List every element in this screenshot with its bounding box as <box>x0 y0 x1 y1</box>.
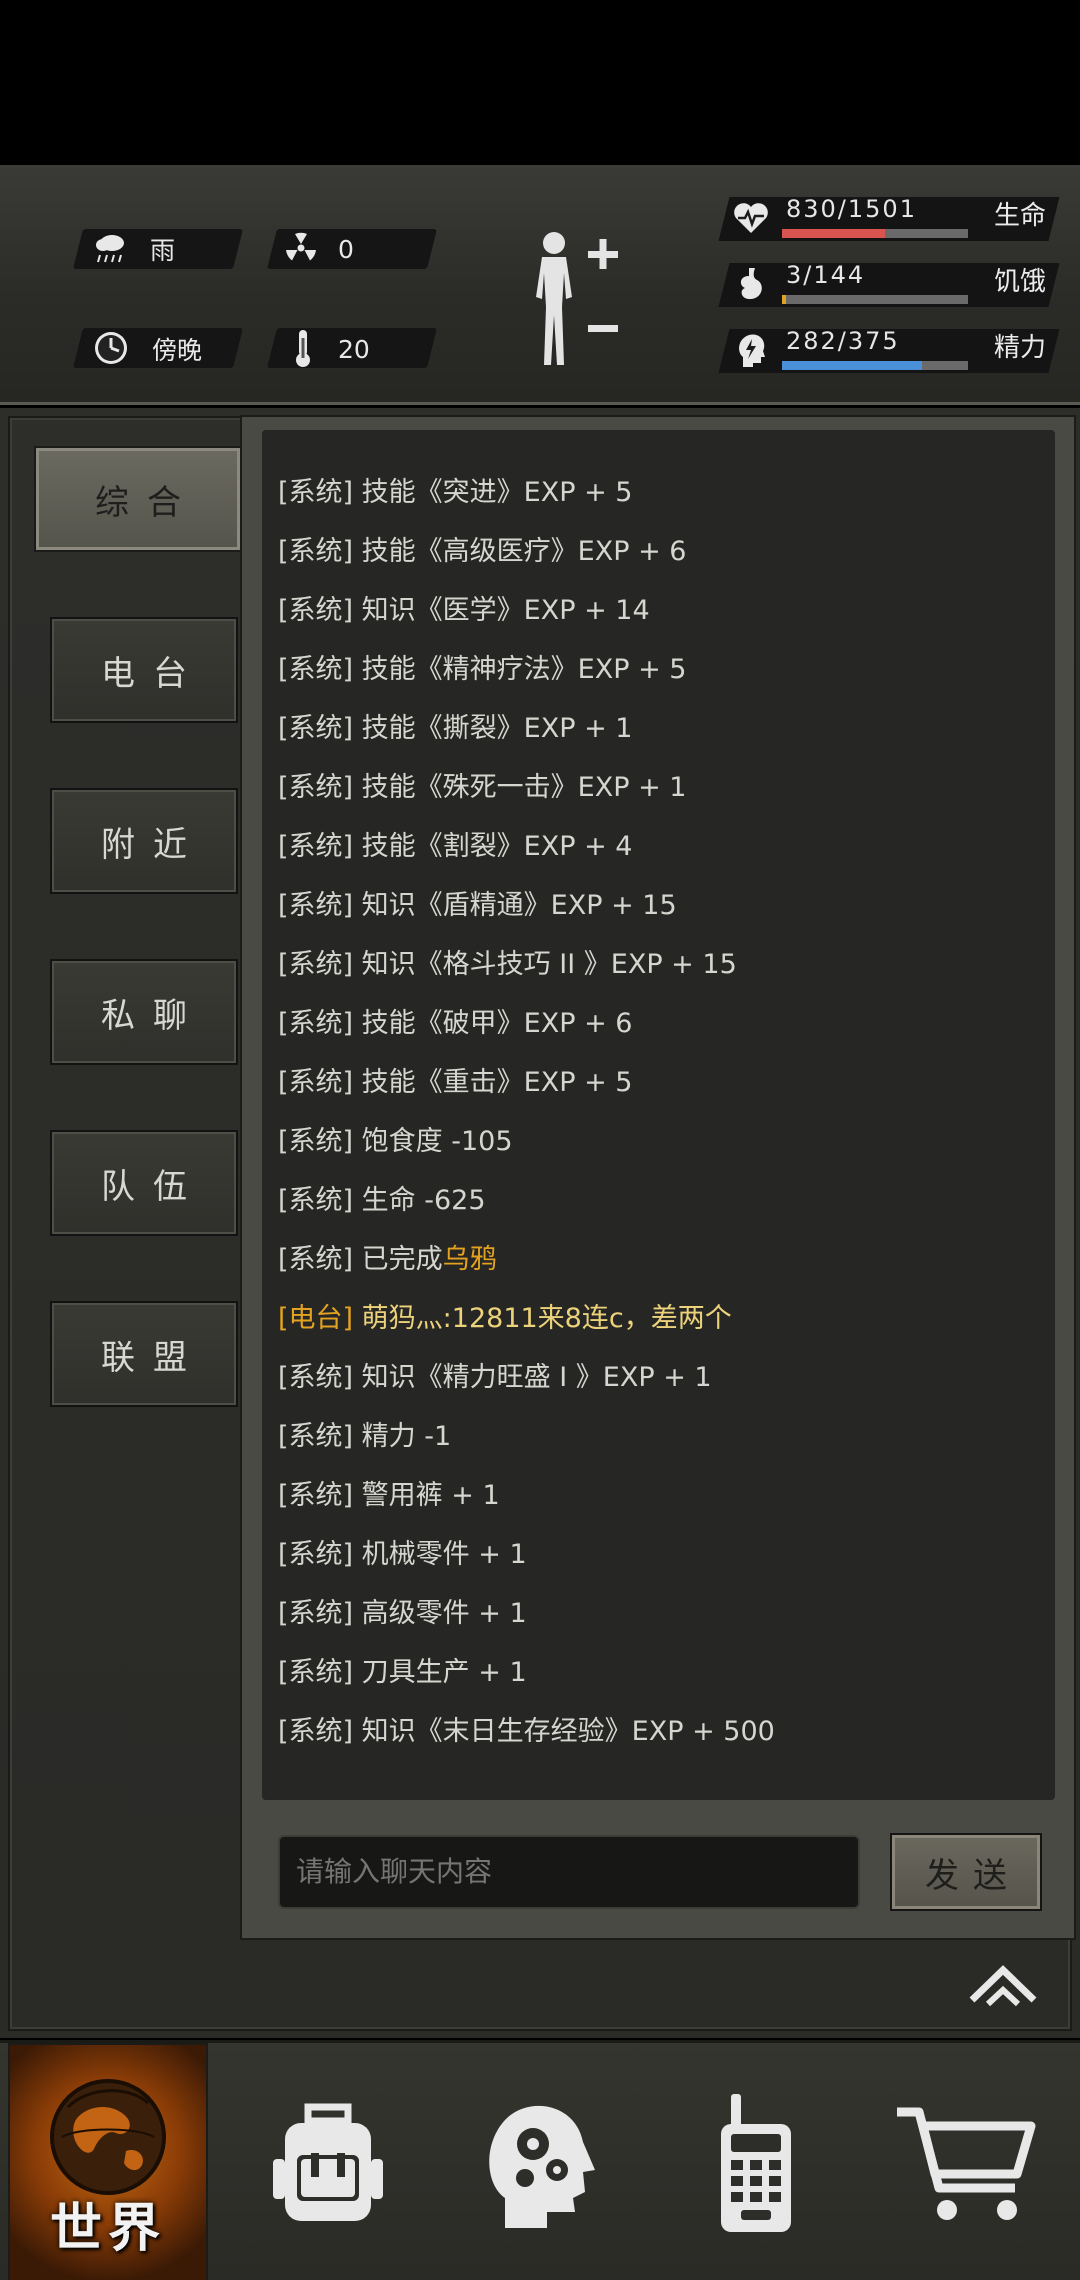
chat-line: [系统] 技能《撕裂》EXP + 1 <box>278 713 633 744</box>
bottom-nav: 世界 <box>0 2040 1080 2280</box>
chat-line: [系统] 知识《末日生存经验》EXP + 500 <box>278 1716 775 1747</box>
hunger-value: 3/144 <box>786 261 866 289</box>
nav-skills[interactable] <box>440 2043 640 2280</box>
chat-line: [系统] 知识《医学》EXP + 14 <box>278 595 650 626</box>
nav-shop[interactable] <box>866 2043 1066 2280</box>
tab-nearby[interactable]: 附近 <box>50 788 238 894</box>
tab-team[interactable]: 队伍 <box>50 1130 238 1236</box>
energy-bar <box>782 361 968 370</box>
time-label: 傍晚 <box>152 336 203 365</box>
send-button[interactable]: 发送 <box>890 1833 1042 1911</box>
chat-line: [系统] 技能《高级医疗》EXP + 6 <box>278 536 687 567</box>
nav-world-label: 世界 <box>49 2199 166 2259</box>
health-bar-fill <box>782 229 885 238</box>
hunger-bar <box>782 295 968 304</box>
chat-line: [系统] 技能《破甲》EXP + 6 <box>278 1008 633 1039</box>
chat-input[interactable] <box>278 1835 860 1909</box>
chat-line: [系统] 知识《盾精通》EXP + 15 <box>278 890 677 921</box>
chat-line: [系统] 精力 -1 <box>278 1421 452 1452</box>
energy-bar-fill <box>782 361 922 370</box>
thermometer-icon <box>280 325 326 371</box>
tab-private[interactable]: 私聊 <box>50 959 238 1065</box>
chat-line: [系统] 技能《割裂》EXP + 4 <box>278 831 633 862</box>
body-status-button[interactable] <box>520 225 630 375</box>
nav-radio[interactable] <box>656 2043 856 2280</box>
shopping-cart-icon <box>897 2107 1036 2220</box>
rain-cloud-icon <box>88 225 134 271</box>
chat-line: [系统] 生命 -625 <box>278 1185 486 1216</box>
chat-line: [系统] 饱食度 -105 <box>278 1126 513 1157</box>
chat-line: [系统] 机械零件 + 1 <box>278 1539 527 1570</box>
chat-log[interactable]: [系统] 技能《突进》EXP + 5 [系统] 技能《高级医疗》EXP + 6 … <box>262 430 1055 1800</box>
radiation-icon <box>278 225 324 271</box>
chat-line-radio: [电台] 萌犸灬:12811来8连c，差两个 <box>278 1303 732 1334</box>
heart-pulse-icon <box>728 195 774 241</box>
chat-line: [系统] 技能《精神疗法》EXP + 5 <box>278 654 687 685</box>
double-chevron-up-icon <box>969 1965 1037 2007</box>
chat-line: [系统] 知识《精力旺盛 I 》EXP + 1 <box>278 1362 712 1393</box>
brain-energy-icon <box>728 327 774 373</box>
chat-line: [系统] 技能《突进》EXP + 5 <box>278 477 633 508</box>
weather-label: 雨 <box>150 236 176 265</box>
collapse-up-button[interactable] <box>966 1960 1040 2008</box>
stomach-icon <box>728 261 774 307</box>
head-gears-icon <box>489 2105 595 2228</box>
chat-line: [系统] 高级零件 + 1 <box>278 1598 527 1629</box>
health-bar <box>782 229 968 238</box>
backpack-icon <box>273 2103 383 2221</box>
chat-line: [系统] 警用裤 + 1 <box>278 1480 500 1511</box>
hunger-label: 饥饿 <box>994 267 1047 297</box>
energy-label: 精力 <box>994 333 1047 363</box>
radiation-value: 0 <box>338 234 354 264</box>
health-value: 830/1501 <box>786 195 917 223</box>
quest-name-highlight[interactable]: 乌鸦 <box>443 1244 497 1275</box>
chat-line: [系统] 技能《殊死一击》EXP + 1 <box>278 772 687 803</box>
tab-radio[interactable]: 电台 <box>50 617 238 723</box>
nav-world[interactable]: 世界 <box>8 2043 208 2280</box>
tab-alliance[interactable]: 联盟 <box>50 1301 238 1407</box>
walkie-talkie-icon <box>721 2094 791 2232</box>
health-label: 生命 <box>994 201 1047 231</box>
chat-line: [系统] 知识《格斗技巧 II 》EXP + 15 <box>278 949 737 980</box>
energy-value: 282/375 <box>786 327 900 355</box>
status-header: 雨 0 傍晚 20 830/1501 生命 3/144 饥饿 282/375 精… <box>0 165 1080 405</box>
chat-line: [系统] 技能《重击》EXP + 5 <box>278 1067 633 1098</box>
body-figure-icon <box>536 232 618 365</box>
chat-line: [系统] 刀具生产 + 1 <box>278 1657 527 1688</box>
chat-line: [系统] 已完成乌鸦 <box>278 1244 497 1275</box>
nav-inventory[interactable] <box>228 2043 428 2280</box>
temperature-value: 20 <box>338 334 370 364</box>
status-bar <box>0 0 1080 165</box>
hunger-bar-fill <box>782 295 786 304</box>
tab-general[interactable]: 综合 <box>34 446 242 552</box>
clock-icon <box>88 325 134 371</box>
radio-sender-name[interactable]: 萌犸灬: <box>362 1303 452 1334</box>
